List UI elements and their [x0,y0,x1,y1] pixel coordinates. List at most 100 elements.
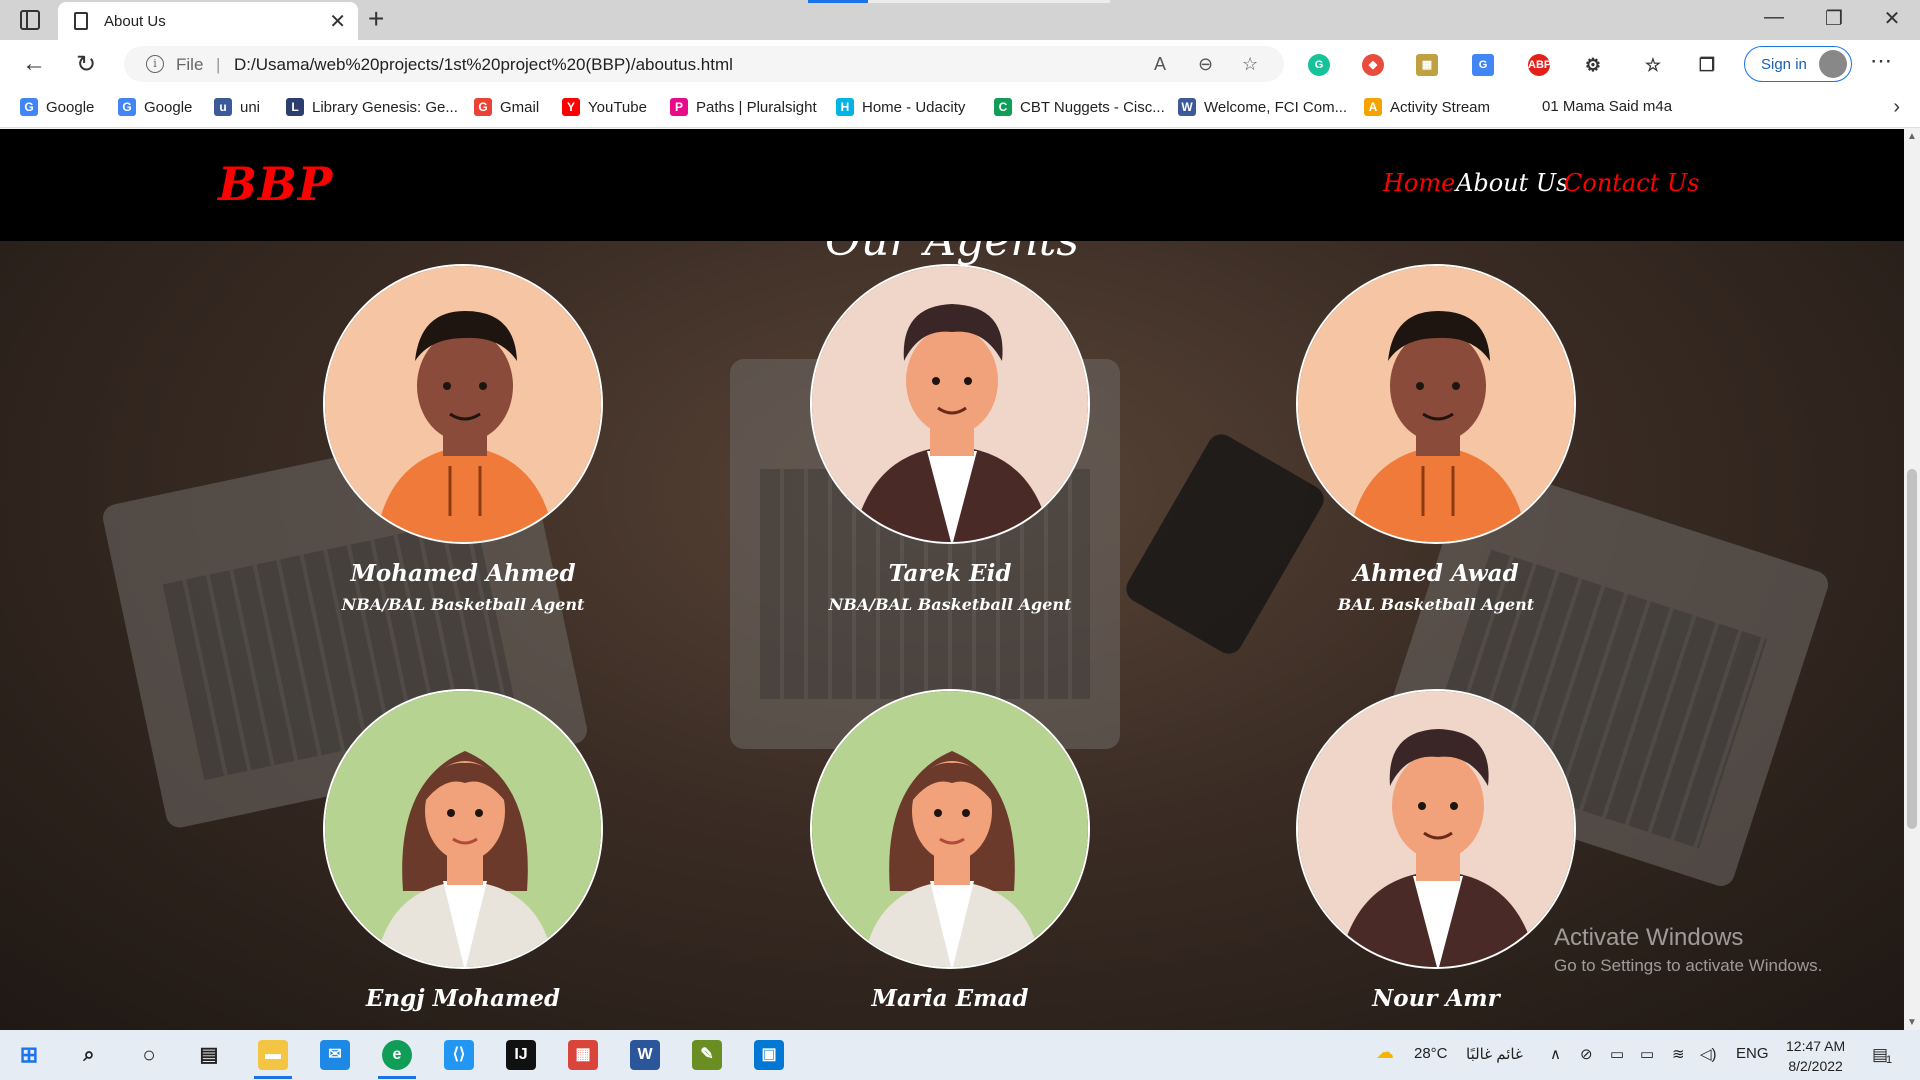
file-explorer-icon[interactable]: ▬ [254,1040,292,1079]
nav-about-link[interactable]: About Us [1456,169,1568,197]
weather-desc[interactable]: غائم غالبًا [1466,1045,1523,1063]
bookmark-item[interactable]: G Google [118,98,192,116]
bookmark-item[interactable]: G Gmail [474,98,539,116]
task-view-icon[interactable]: ▤ [194,1040,224,1070]
agent-role: NBA/BAL Basketball Agent [828,595,1072,614]
bookmark-label: Paths | Pluralsight [696,98,817,116]
windows-taskbar: ⊞ ⌕ ○ ▤ ▬ ✉ e ⟨⟩ IJ ▦ W ✎ ▣ ☁ 28°C غائم … [0,1030,1920,1080]
nav-contact-link[interactable]: Contact Us [1564,169,1699,197]
app-icon[interactable]: ✎ [692,1040,722,1070]
agent-card: Nour Amr [1291,689,1581,1012]
bookmark-label: Gmail [500,98,540,116]
bookmark-item[interactable]: P Paths | Pluralsight [670,98,817,116]
translate-icon[interactable]: G [1472,54,1494,76]
shield-icon[interactable]: ◆ [1362,54,1384,76]
language-indicator[interactable]: ENG [1736,1045,1769,1062]
close-window-icon[interactable]: ✕ [1864,6,1920,31]
favorites-icon[interactable]: ☆ [1642,54,1664,76]
sign-in-button[interactable]: Sign in [1744,46,1852,82]
site-logo[interactable]: BBP [218,157,333,211]
meet-icon[interactable]: ▭ [1610,1045,1624,1063]
clock[interactable]: 12:47 AM 8/2/2022 [1786,1036,1845,1076]
tab-actions-icon[interactable] [20,10,40,30]
bookmark-item[interactable]: C CBT Nuggets - Cisc... [994,98,1165,116]
bookmark-label: Google [46,98,95,116]
word-icon[interactable]: W [630,1040,660,1070]
refresh-icon[interactable]: ↻ [76,50,96,79]
bookmark-label: Google [144,98,193,116]
file-label: File [176,55,204,74]
new-tab-icon[interactable]: + [368,3,384,35]
page-load-progress [808,0,1110,3]
battery-icon[interactable]: ▭ [1640,1045,1654,1063]
volume-icon[interactable]: ◁) [1700,1045,1717,1063]
security-icon[interactable]: ⊘ [1580,1045,1593,1063]
google-icon: G [20,98,38,116]
tab-title: About Us [104,13,166,30]
close-tab-icon[interactable]: ✕ [329,9,346,34]
search-icon[interactable]: ⌕ [74,1040,104,1070]
agent-card: Mohamed Ahmed NBA/BAL Basketball Agent [318,264,608,614]
mail-icon[interactable]: ✉ [320,1040,350,1070]
bookmark-label: YouTube [588,98,647,116]
site-header: BBP Home About Us Contact Us [0,129,1904,241]
activate-windows-watermark: Activate Windows Go to Settings to activ… [1554,924,1822,976]
grammarly-icon[interactable]: G [1308,54,1330,76]
bookmark-item[interactable]: A Activity Stream [1364,98,1490,116]
notification-count: 1 [1886,1054,1893,1066]
watermark-title: Activate Windows [1554,924,1744,951]
restore-icon[interactable]: ❐ [1806,6,1862,31]
extensions-icon[interactable]: ⚙ [1582,54,1604,76]
bookmark-label: 01 Mama Said m4a [1542,98,1673,115]
url-field[interactable]: i File | D:/Usama/web%20projects/1st%20p… [124,46,1284,82]
info-icon[interactable]: i [146,55,164,73]
page-viewport[interactable]: BBP Home About Us Contact Us Our Agents … [0,129,1904,1030]
nav-home-link[interactable]: Home [1383,169,1455,197]
agent-avatar [810,689,1090,969]
minimize-icon[interactable]: — [1746,6,1802,29]
bookmark-item[interactable]: 01 Mama Said m4a [1542,98,1672,115]
chevron-up-icon[interactable]: ∧ [1550,1045,1561,1063]
agent-name: Nour Amr [1372,985,1500,1012]
vscode-icon[interactable]: ⟨⟩ [444,1040,474,1070]
agent-role: NBA/BAL Basketball Agent [341,595,585,614]
favorite-add-icon[interactable]: ☆ [1242,54,1258,75]
bookmark-item[interactable]: L Library Genesis: Ge... [286,98,458,116]
paint-icon[interactable]: ▦ [568,1040,598,1070]
chevron-right-icon[interactable]: › [1893,96,1900,119]
bookmark-label: uni [240,98,261,116]
scroll-up-icon[interactable]: ▲ [1907,131,1917,142]
weather-icon[interactable]: ☁ [1376,1042,1394,1063]
udacity-icon: H [836,98,854,116]
wifi-icon[interactable]: ≋ [1672,1045,1685,1063]
adblock-icon[interactable]: ABP [1528,54,1551,76]
bookmark-item[interactable]: H Home - Udacity [836,98,965,116]
scroll-down-icon[interactable]: ▼ [1907,1017,1917,1028]
start-icon[interactable]: ⊞ [14,1040,44,1070]
intellij-icon[interactable]: IJ [506,1040,536,1070]
bookmark-item[interactable]: G Google [20,98,94,116]
pluralsight-icon: P [670,98,688,116]
read-aloud-icon[interactable]: A [1154,54,1166,75]
bookmark-item[interactable]: u uni [214,98,260,116]
more-menu-icon[interactable]: ⋯ [1870,48,1893,74]
document-icon [74,12,88,30]
agent-card: Tarek Eid NBA/BAL Basketball Agent [805,264,1095,614]
zoom-out-icon[interactable]: ⊖ [1198,54,1213,75]
library-icon: L [286,98,304,116]
bookmark-item[interactable]: W Welcome, FCI Com... [1178,98,1347,116]
bookmark-label: Home - Udacity [862,98,966,116]
scroll-thumb[interactable] [1907,469,1917,829]
store-icon[interactable]: ▣ [754,1040,784,1070]
tab-about-us[interactable]: About Us ✕ [58,2,358,40]
edge-icon[interactable]: e [378,1040,416,1079]
weather-temp[interactable]: 28°C [1414,1045,1448,1062]
extension-icon[interactable]: ▦ [1416,54,1438,76]
collections-icon[interactable]: ❐ [1696,54,1718,76]
agent-role: BAL Basketball Agent [1337,595,1535,614]
cortana-icon[interactable]: ○ [134,1040,164,1070]
url-text[interactable]: D:/Usama/web%20projects/1st%20project%20… [234,55,733,75]
back-icon[interactable]: ← [22,50,46,78]
bookmark-item[interactable]: Y YouTube [562,98,647,116]
page-scrollbar[interactable]: ▲ ▼ [1904,129,1920,1030]
